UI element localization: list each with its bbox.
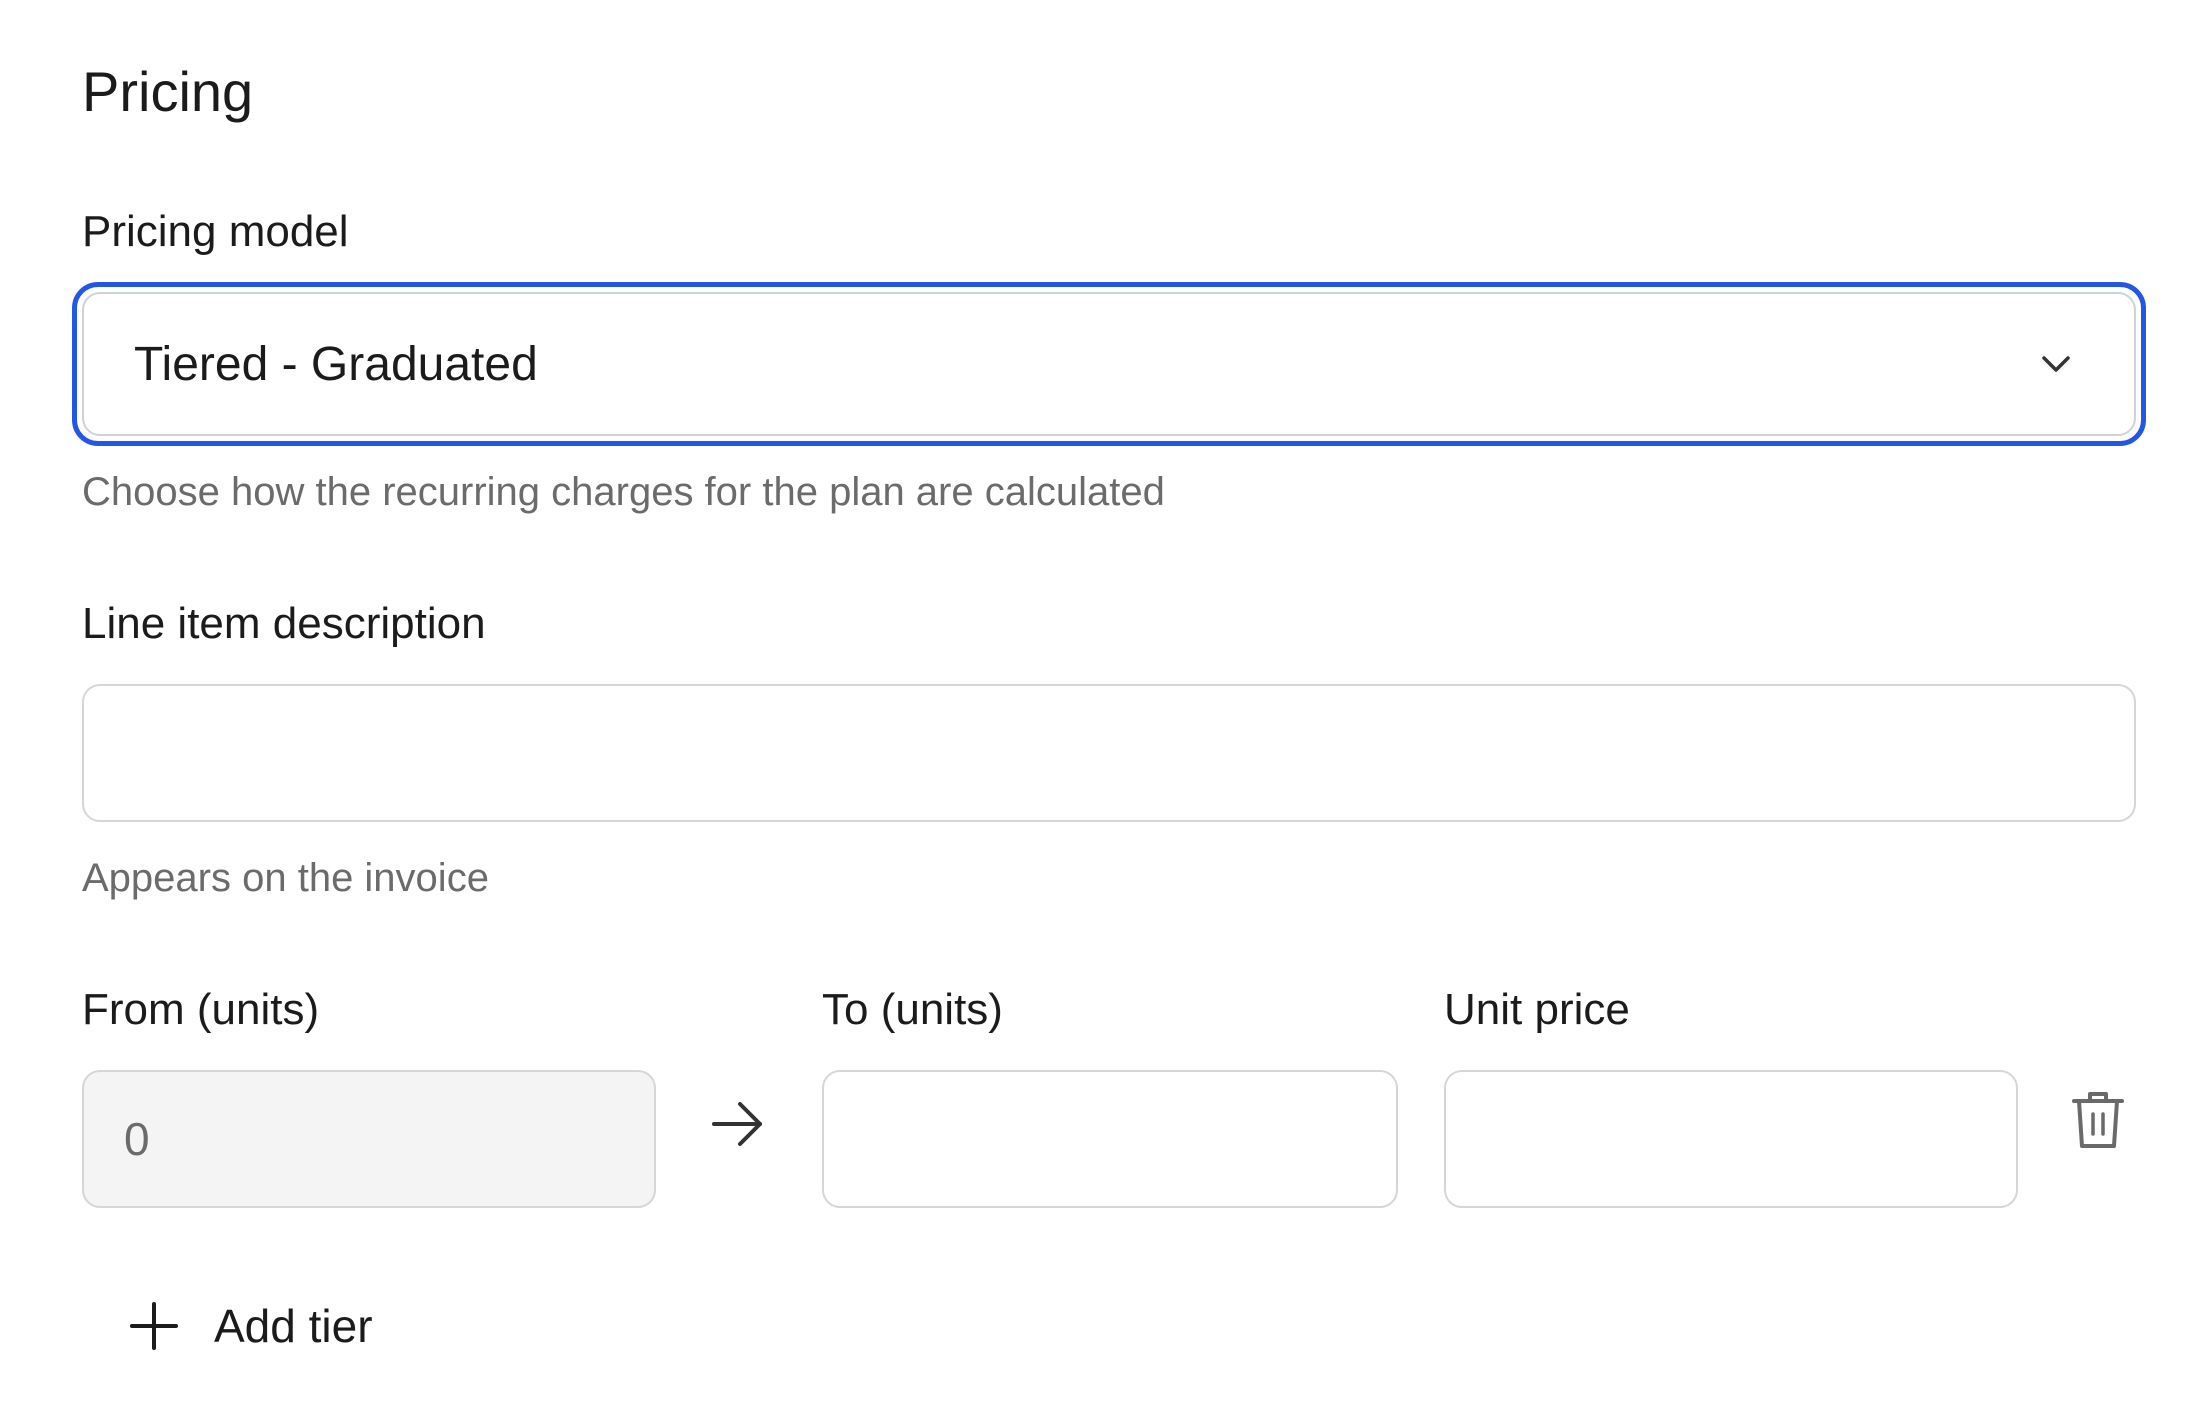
plus-icon [130, 1302, 178, 1350]
pricing-model-selected-value: Tiered - Graduated [134, 337, 538, 391]
pricing-model-helper: Choose how the recurring charges for the… [82, 470, 1165, 514]
trash-icon[interactable] [2068, 1088, 2128, 1152]
to-units-label: To (units) [822, 985, 1003, 1034]
add-tier-label: Add tier [214, 1300, 373, 1352]
tier-unit-price-input[interactable] [1444, 1070, 2018, 1208]
tier-from-input [82, 1070, 656, 1208]
section-title: Pricing [82, 60, 254, 123]
chevron-down-icon [2042, 356, 2070, 372]
pricing-model-select[interactable]: Tiered - Graduated [82, 292, 2136, 436]
from-units-label: From (units) [82, 985, 320, 1034]
tier-to-input[interactable] [822, 1070, 1398, 1208]
line-item-description-input[interactable] [82, 684, 2136, 822]
line-item-description-label: Line item description [82, 599, 486, 648]
add-tier-button[interactable]: Add tier [128, 1290, 373, 1362]
unit-price-label: Unit price [1444, 985, 1630, 1034]
pricing-model-label: Pricing model [82, 207, 349, 256]
line-item-description-helper: Appears on the invoice [82, 856, 489, 900]
arrow-right-icon [712, 1102, 762, 1146]
